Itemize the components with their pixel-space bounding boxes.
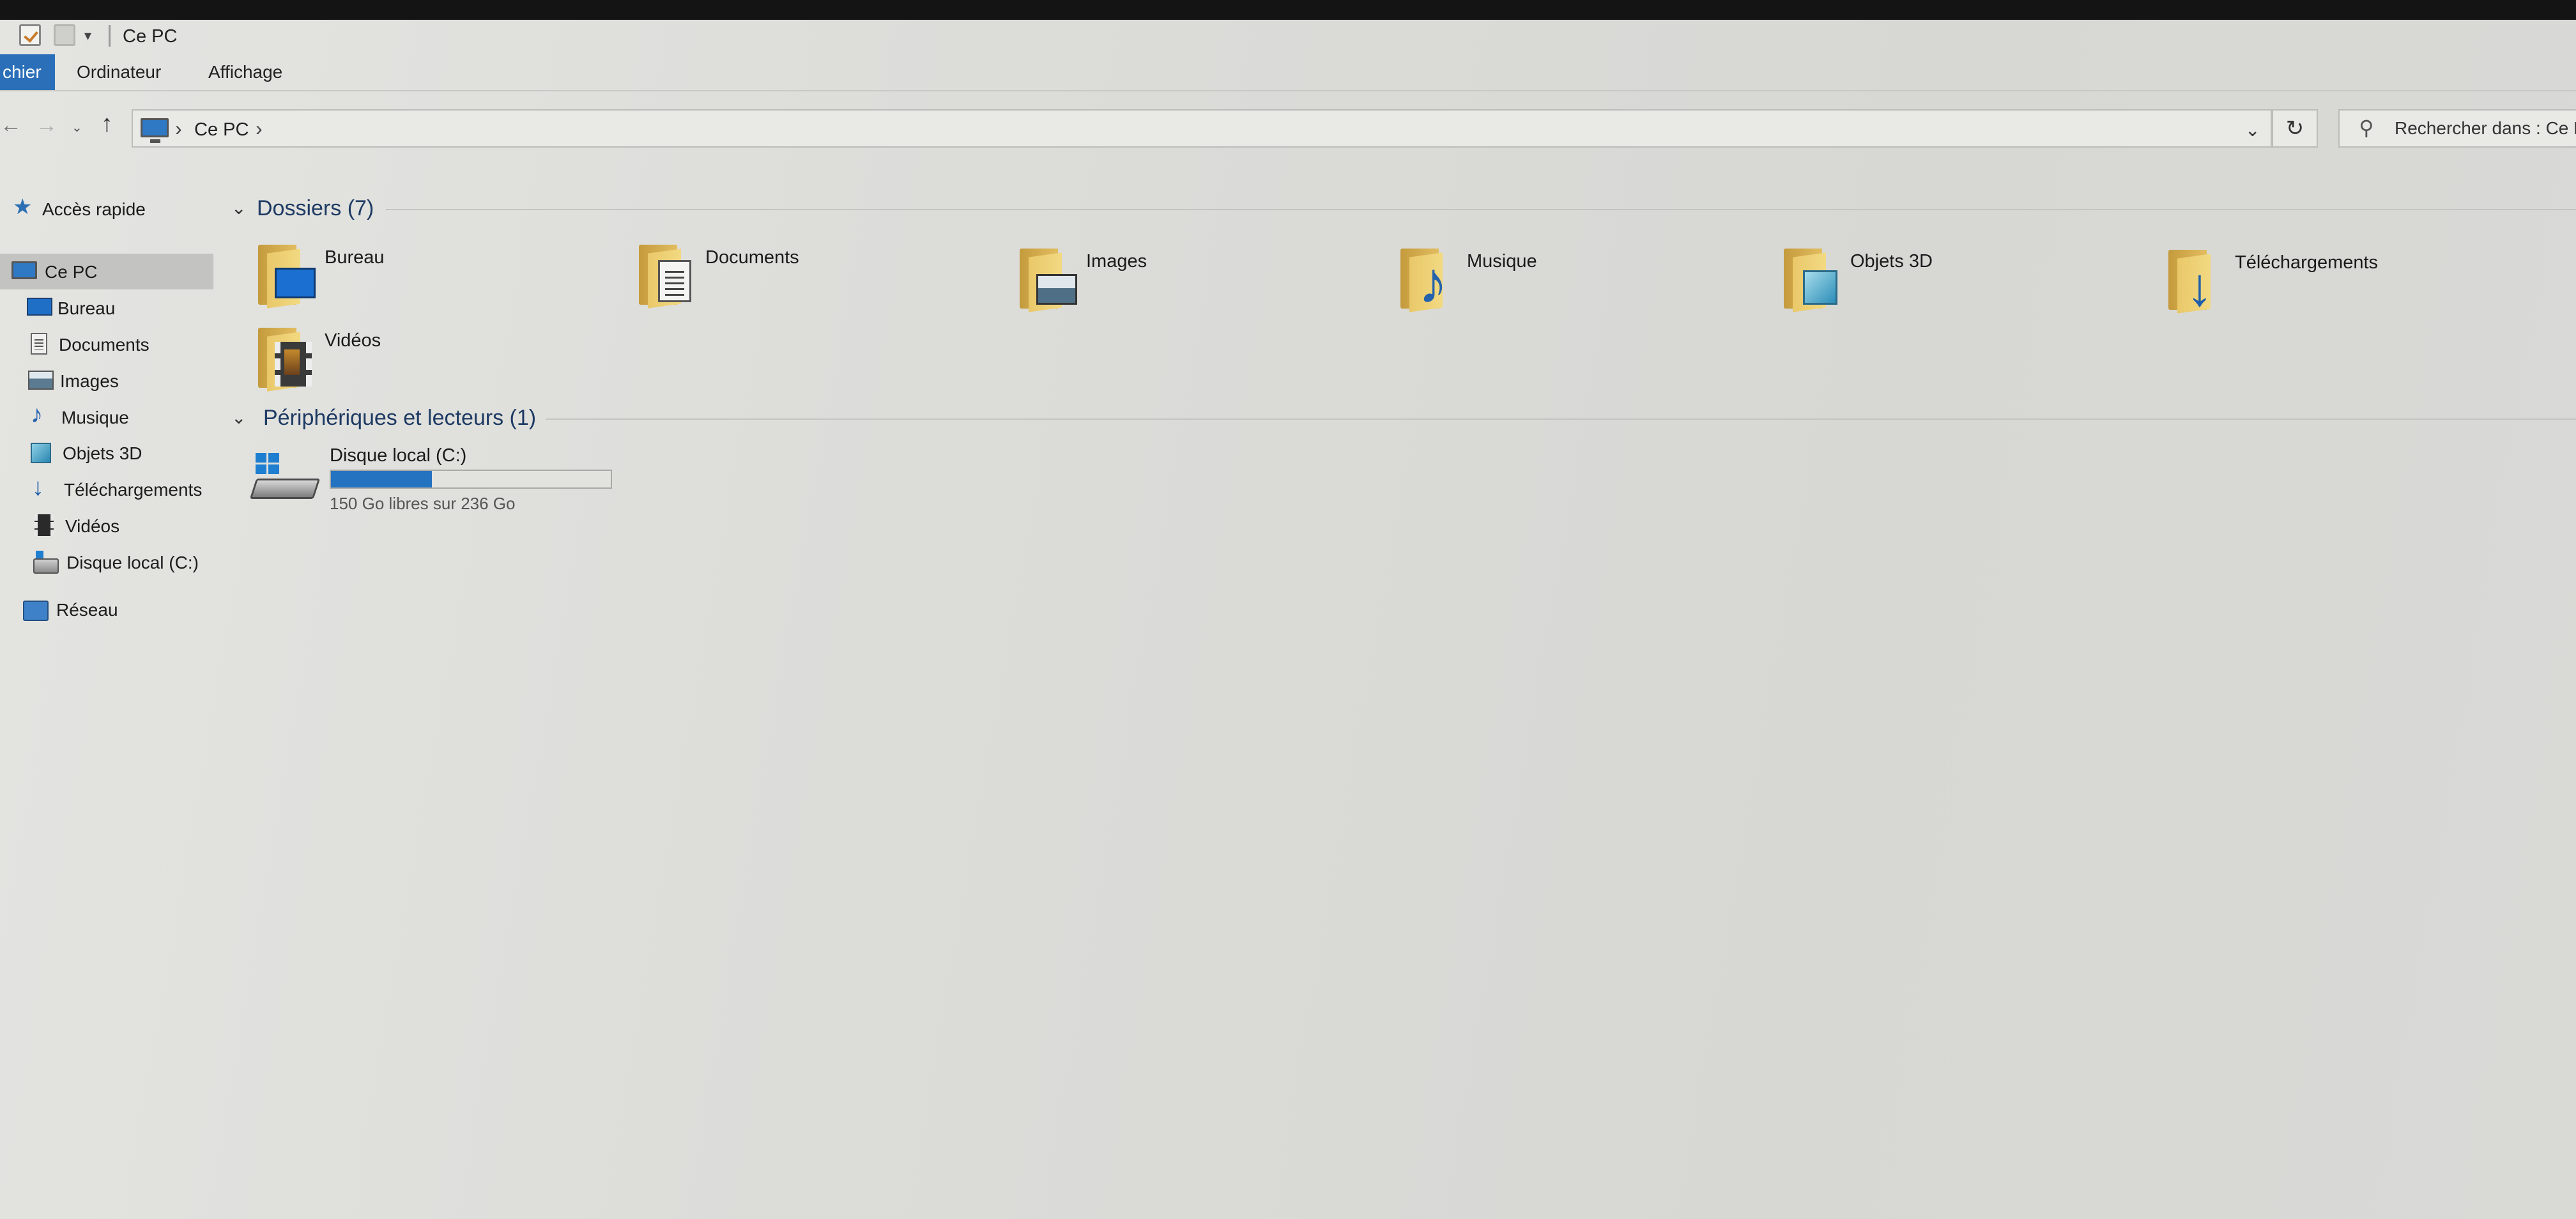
sidebar-item-label: Objets 3D — [63, 443, 142, 463]
folder-tile-musique[interactable]: ♪ Musique — [1400, 245, 1771, 315]
sidebar-item-bureau[interactable]: Bureau — [0, 290, 213, 326]
group-divider — [546, 418, 2576, 420]
group-title: Périphériques et lecteurs (1) — [263, 406, 537, 430]
download-arrow-icon: ↓ — [32, 474, 44, 501]
sidebar-item-label: Téléchargements — [64, 480, 203, 500]
window-title: Ce PC — [123, 26, 178, 47]
folder-tile-telechargements[interactable]: ↓ Téléchargements — [2168, 246, 2539, 316]
refresh-icon: ↻ — [2285, 116, 2304, 141]
drive-tile-c[interactable]: Disque local (C:) 150 Go libres sur 236 … — [249, 445, 892, 522]
breadcrumb-chevron-icon[interactable]: › — [175, 117, 182, 141]
desktop-icon — [27, 298, 52, 316]
drive-label: Disque local (C:) — [330, 445, 467, 466]
sidebar-item-label: Accès rapide — [42, 199, 146, 219]
search-icon: ⚲ — [2359, 116, 2374, 139]
folder-label: Documents — [705, 247, 799, 268]
group-header-devices[interactable]: ⌄ Périphériques et lecteurs (1) — [226, 403, 2576, 434]
drive-usage-fill — [331, 471, 432, 487]
sidebar-item-label: Disque local (C:) — [66, 553, 199, 572]
film-icon — [34, 514, 54, 536]
sidebar-item-objets-3d[interactable]: Objets 3D — [0, 435, 213, 471]
sidebar-item-label: Musique — [61, 408, 129, 427]
star-icon: ★ — [13, 195, 33, 219]
tab-computer[interactable]: Ordinateur — [77, 54, 161, 90]
title-bar: ▾ Ce PC — [0, 20, 2576, 54]
group-divider — [386, 209, 2576, 210]
breadcrumb-ce-pc[interactable]: Ce PC — [194, 119, 249, 141]
sidebar-item-reseau[interactable]: Réseau — [0, 592, 213, 627]
network-icon — [23, 601, 49, 621]
sidebar-item-ce-pc[interactable]: Ce PC — [0, 254, 213, 289]
tab-file[interactable]: chier — [0, 54, 55, 90]
folder-tile-images[interactable]: Images — [1020, 245, 1390, 315]
music-note-icon: ♪ — [31, 401, 43, 428]
new-folder-icon[interactable] — [54, 24, 75, 46]
folder-label: Téléchargements — [2235, 252, 2379, 273]
customize-quick-access-icon[interactable]: ▾ — [84, 27, 91, 44]
group-title: Dossiers (7) — [257, 196, 374, 220]
sidebar-item-telechargements[interactable]: ↓ Téléchargements — [0, 471, 213, 507]
chevron-down-icon[interactable]: ⌄ — [231, 197, 246, 218]
tab-view[interactable]: Affichage — [208, 54, 282, 90]
sidebar-item-label: Bureau — [57, 298, 116, 318]
navigation-pane: ★ Accès rapide Ce PC Bureau Documents Im… — [0, 173, 217, 1219]
sidebar-item-label: Réseau — [56, 600, 118, 620]
folder-tile-objets-3d[interactable]: Objets 3D — [1784, 245, 2154, 315]
documents-folder-icon — [639, 241, 696, 309]
file-explorer-window: ▾ Ce PC chier Ordinateur Affichage ← → ⌄… — [0, 20, 2576, 1219]
folder-tile-documents[interactable]: Documents — [639, 241, 1009, 311]
pictures-folder-icon — [1020, 245, 1077, 312]
drive-icon — [33, 551, 59, 574]
ribbon-tabs: chier Ordinateur Affichage — [0, 54, 2576, 91]
drive-icon — [249, 453, 321, 499]
sidebar-item-label: Ce PC — [45, 262, 98, 282]
refresh-button[interactable]: ↻ — [2272, 109, 2318, 148]
videos-folder-icon — [258, 324, 316, 392]
chevron-down-icon[interactable]: ⌄ — [2245, 119, 2260, 141]
sidebar-item-images[interactable]: Images — [0, 363, 213, 399]
sidebar-item-quick-access[interactable]: ★ Accès rapide — [0, 191, 213, 227]
windows-logo-icon — [256, 453, 281, 476]
up-arrow-icon[interactable]: ↑ — [101, 111, 113, 138]
content-pane: ⌄ Dossiers (7) Bureau Documents Images ♪… — [217, 173, 2576, 1219]
computer-icon — [12, 261, 37, 279]
sidebar-item-label: Documents — [59, 335, 150, 355]
sidebar-item-disque-local[interactable]: Disque local (C:) — [0, 544, 213, 580]
folder-label: Images — [1086, 251, 1147, 272]
folder-label: Objets 3D — [1850, 251, 1933, 272]
music-folder-icon: ♪ — [1400, 245, 1458, 312]
computer-icon — [141, 118, 169, 143]
group-header-folders[interactable]: ⌄ Dossiers (7) — [226, 194, 2576, 224]
3d-objects-folder-icon — [1784, 245, 1841, 312]
drive-usage-bar — [330, 470, 612, 489]
forward-arrow-icon[interactable]: → — [36, 113, 57, 138]
navigation-bar: ← → ⌄ ↑ › Ce PC › ⌄ ↻ ⚲ — [0, 103, 2576, 153]
folder-label: Vidéos — [325, 330, 381, 351]
breadcrumb-chevron-icon[interactable]: › — [256, 117, 263, 141]
sidebar-item-label: Vidéos — [65, 516, 120, 536]
properties-icon[interactable] — [19, 24, 41, 46]
sidebar-item-label: Images — [60, 371, 119, 391]
search-box[interactable]: ⚲ — [2338, 109, 2576, 148]
cube-icon — [31, 443, 51, 463]
recent-locations-chevron-icon[interactable]: ⌄ — [72, 119, 82, 135]
folder-label: Musique — [1467, 251, 1537, 272]
folder-label: Bureau — [325, 247, 385, 268]
sidebar-item-videos[interactable]: Vidéos — [0, 508, 213, 544]
back-arrow-icon[interactable]: ← — [0, 113, 22, 138]
sidebar-item-documents[interactable]: Documents — [0, 326, 213, 362]
folder-tile-videos[interactable]: Vidéos — [258, 324, 629, 394]
address-bar[interactable]: › Ce PC › ⌄ — [132, 109, 2272, 148]
search-input[interactable] — [2395, 112, 2576, 145]
screen-bezel — [0, 0, 2576, 20]
desktop-folder-icon — [258, 241, 316, 309]
folder-tile-bureau[interactable]: Bureau — [258, 241, 629, 311]
title-separator — [109, 25, 111, 47]
drive-free-space: 150 Go libres sur 236 Go — [330, 494, 516, 513]
picture-icon — [28, 371, 54, 390]
sidebar-item-musique[interactable]: ♪ Musique — [0, 399, 213, 435]
chevron-down-icon[interactable]: ⌄ — [231, 407, 246, 428]
downloads-folder-icon: ↓ — [2168, 246, 2226, 314]
document-icon — [31, 333, 47, 355]
